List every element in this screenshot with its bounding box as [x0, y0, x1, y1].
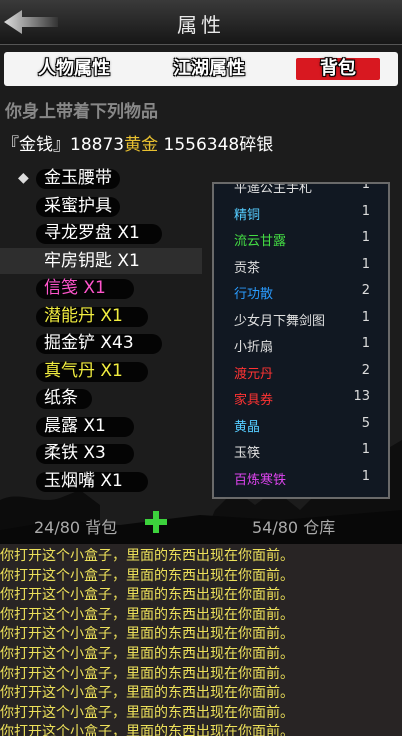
log-line: 你打开这个小盒子，里面的东西出现在你面前。	[0, 626, 294, 643]
storage-item-name: 家具券	[234, 393, 274, 408]
storage-item[interactable]: 黄晶 5	[214, 416, 388, 436]
storage-item-name: 玉筷	[234, 446, 261, 461]
log-line: 你打开这个小盒子，里面的东西出现在你面前。	[0, 665, 294, 682]
storage-item-count: 1	[361, 336, 370, 351]
add-plus-icon[interactable]	[144, 510, 168, 534]
bag-item-name: 柔铁 X3	[44, 443, 106, 463]
storage-item-name: 小折扇	[234, 340, 274, 355]
storage-item[interactable]: 平遥公主手札 1	[214, 182, 388, 197]
storage-item-count: 1	[361, 182, 370, 192]
storage-item[interactable]: 家具券 13	[214, 389, 388, 409]
storage-item-count: 2	[361, 283, 370, 298]
storage-item-name: 百炼寒铁	[234, 472, 287, 488]
bag-item-name: 潜能丹 X1	[44, 305, 123, 326]
storage-item[interactable]: 流云甘露 1	[214, 230, 388, 250]
equipped-diamond-icon: ◆	[18, 170, 29, 186]
bag-item[interactable]: 牢房钥匙 X1	[0, 247, 202, 274]
storage-item[interactable]: 行功散 2	[214, 283, 388, 303]
gold-unit: 黄金	[124, 135, 159, 155]
storage-item-count: 13	[353, 389, 370, 404]
log-line: 你打开这个小盒子，里面的东西出现在你面前。	[0, 704, 294, 721]
tab-backpack[interactable]: 背包	[292, 56, 384, 82]
tab-character-attributes[interactable]: 人物属性	[24, 56, 124, 82]
bag-item[interactable]: 柔铁 X3	[0, 440, 202, 466]
tab-label: 背包	[320, 58, 356, 79]
storage-item[interactable]: 贡茶 1	[214, 257, 388, 277]
bag-item-name: 信笺 X1	[44, 278, 106, 298]
storage-item-name: 少女月下舞剑图	[234, 313, 326, 329]
storage-item-count: 2	[361, 362, 370, 378]
storage-item-count: 1	[361, 468, 370, 484]
storage-item-count: 1	[361, 309, 370, 325]
bag-item[interactable]: 真气丹 X1	[0, 358, 202, 384]
log-line: 你打开这个小盒子，里面的东西出现在你面前。	[0, 685, 294, 702]
storage-item[interactable]: 小折扇 1	[214, 336, 388, 356]
storage-item-name: 流云甘露	[234, 234, 287, 249]
log-line: 你打开这个小盒子，里面的东西出现在你面前。	[0, 646, 294, 662]
storage-item-name: 行功散	[234, 287, 274, 302]
storage-item[interactable]: 少女月下舞剑图 1	[214, 310, 388, 330]
storage-item-name: 精铜	[234, 207, 261, 223]
bag-item[interactable]: 纸条	[0, 385, 202, 411]
storage-item[interactable]: 玉筷 1	[214, 442, 388, 462]
bag-item[interactable]: 掘金铲 X43	[0, 330, 202, 356]
bag-item-name: 牢房钥匙 X1	[44, 250, 140, 271]
log-line: 你打开这个小盒子，里面的东西出现在你面前。	[0, 548, 294, 564]
bag-item-name: 晨露 X1	[44, 415, 106, 436]
bag-item[interactable]: 潜能丹 X1	[0, 303, 202, 329]
bag-item-name: 寻龙罗盘 X1	[44, 223, 140, 243]
bag-item-list[interactable]: ◆ 金玉腰带采蜜护具寻龙罗盘 X1 牢房钥匙 X1 信笺 X1 潜能丹 X1 掘金铲 X4…	[0, 160, 202, 495]
storage-item[interactable]: 百炼寒铁 1	[214, 469, 388, 489]
storage-item-name: 渡元丹	[234, 366, 274, 382]
storage-item-name: 贡茶	[234, 260, 261, 276]
silver-unit: 碎银	[239, 135, 274, 155]
storage-panel[interactable]: 平遥公主手札 1 精铜 1 流云甘露 1 贡茶 1 行功散 2 少女月下舞剑图 1 小折扇 1 渡元丹 2 家具…	[212, 182, 390, 499]
title-bar: 属性	[0, 0, 402, 45]
log-line: 你打开这个小盒子，里面的东西出现在你面前。	[0, 724, 294, 736]
bag-item[interactable]: 采蜜护具	[0, 193, 202, 219]
money-line: 『金钱』18873黄金 1556348碎银	[2, 130, 273, 155]
storage-item-count: 1	[361, 203, 370, 219]
storage-item[interactable]: 渡元丹 2	[214, 363, 388, 383]
bag-item[interactable]: 玉烟嘴 X1	[0, 468, 202, 494]
log-line: 你打开这个小盒子，里面的东西出现在你面前。	[0, 587, 294, 604]
bag-item[interactable]: 晨露 X1	[0, 413, 202, 439]
carry-label: 你身上带着下列物品	[5, 102, 158, 122]
gold-amount: 18873	[70, 135, 125, 155]
storage-item-name: 黄晶	[234, 419, 261, 435]
message-log: 你打开这个小盒子，里面的东西出现在你面前。 你打开这个小盒子，里面的东西出现在你面…	[0, 544, 402, 736]
tab-bar: 人物属性 江湖属性 背包	[4, 52, 398, 86]
silver-amount: 1556348	[163, 135, 240, 155]
bag-item[interactable]: ◆ 金玉腰带	[0, 165, 202, 191]
storage-item-count: 1	[361, 230, 370, 245]
storage-item-count: 1	[361, 256, 370, 272]
bag-item-name: 纸条	[44, 388, 78, 408]
bag-item[interactable]: 信笺 X1	[0, 275, 202, 301]
bag-item-name: 采蜜护具	[44, 195, 112, 216]
bag-item-name: 金玉腰带	[44, 168, 112, 188]
money-prefix: 『金钱』	[2, 135, 70, 155]
bag-item-name: 玉烟嘴 X1	[44, 470, 123, 491]
log-line: 你打开这个小盒子，里面的东西出现在你面前。	[0, 606, 294, 623]
storage-item-count: 5	[361, 415, 370, 431]
bag-item-name: 真气丹 X1	[44, 360, 123, 381]
log-line: 你打开这个小盒子，里面的东西出现在你面前。	[0, 567, 294, 584]
page-title: 属性	[177, 13, 225, 37]
storage-item-count: 1	[361, 442, 370, 457]
storage-item-name: 平遥公主手札	[234, 182, 313, 196]
storage-capacity: 54/80 仓库	[252, 518, 336, 537]
tab-label: 人物属性	[38, 58, 110, 79]
bag-capacity: 24/80 背包	[34, 518, 118, 537]
storage-item[interactable]: 精铜 1	[214, 204, 388, 224]
tab-jianghu-attributes[interactable]: 江湖属性	[154, 56, 264, 82]
bag-item[interactable]: 寻龙罗盘 X1	[0, 220, 202, 246]
tab-label: 江湖属性	[173, 58, 245, 79]
bag-item-name: 掘金铲 X43	[44, 333, 134, 353]
